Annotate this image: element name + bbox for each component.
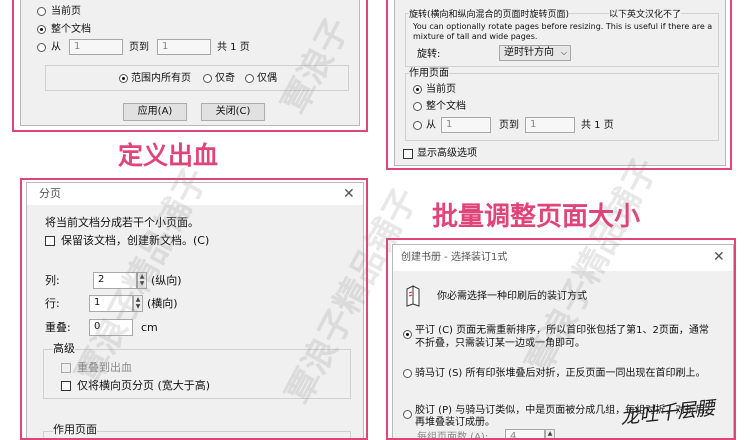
pages-per-group-input[interactable]: 4 — [505, 429, 545, 438]
panel-resize-frame: 旋转(横向和纵向混合的页面时旋转页面) 以下英文汉化不了 You can opt… — [386, 0, 732, 170]
overlap-label: 重叠: — [45, 321, 71, 334]
radio-odd-only[interactable] — [203, 74, 212, 83]
booklet-icon — [406, 285, 420, 307]
close-icon[interactable]: ✕ — [343, 187, 355, 201]
overlap-bleed-label: 重叠到出血 — [77, 361, 132, 374]
radio-current-page[interactable] — [413, 85, 422, 94]
keep-document-label: 保留该文档，创建新文档。(C) — [61, 234, 210, 247]
radio-all-in-range-label: 范围内所有页 — [131, 73, 191, 84]
radio-odd-only-label: 仅奇 — [215, 73, 235, 84]
pages-heading: 作用页面 — [53, 423, 97, 436]
overlap-bleed-checkbox[interactable] — [61, 363, 71, 373]
radio-whole-document-label: 整个文档 — [426, 101, 466, 112]
close-button[interactable]: 关闭(C) — [201, 103, 265, 121]
overlap-unit: cm — [141, 321, 158, 334]
chevron-down-icon: ⌵ — [560, 48, 567, 57]
columns-input[interactable]: 2 — [93, 272, 137, 289]
total-pages-label: 共 1 页 — [581, 120, 614, 131]
radio-even-only[interactable] — [245, 74, 254, 83]
caption-batch-resize: 批量调整页面大小 — [432, 202, 641, 232]
split-dialog: 分页 ✕ 将当前文档分成若干个小页面。 保留该文档，创建新文档。(C) 列: 2… — [26, 182, 364, 438]
page-to-label: 页到 — [129, 42, 149, 53]
columns-stepper[interactable]: ▲ ▼ — [137, 272, 147, 289]
ok-button[interactable]: 确定 — [489, 165, 553, 166]
apply-button[interactable]: 应用(A) — [123, 103, 187, 121]
show-advanced-label: 显示高级选项 — [417, 148, 477, 159]
from-page-input[interactable]: 1 — [441, 117, 491, 133]
radio-glue-binding[interactable] — [403, 410, 412, 419]
translation-note: 以下英文汉化不了 — [609, 9, 682, 21]
total-pages-label: 共 1 页 — [217, 42, 250, 53]
subset-group — [45, 65, 349, 91]
radio-current-page[interactable] — [37, 7, 46, 16]
rows-stepper[interactable]: ▲ ▼ — [133, 295, 143, 312]
rotate-select[interactable]: 逆时针方向 ⌵ — [499, 45, 571, 61]
rows-label: 行: — [45, 297, 60, 310]
cancel-button[interactable]: 取消 — [563, 165, 627, 166]
keep-document-checkbox[interactable] — [45, 236, 55, 246]
rotate-select-value: 逆时针方向 — [504, 47, 554, 58]
radio-saddle-stitch[interactable] — [403, 369, 412, 378]
rotate-heading: 旋转(横向和纵向混合的页面时旋转页面) — [409, 9, 570, 21]
radio-current-page-label: 当前页 — [51, 6, 81, 17]
saddle-stitch-label: 骑马订 (S) 所有印张堆叠后对折，正反页面一同出现在首印刷上。 — [415, 368, 706, 379]
from-page-input[interactable]: 1 — [69, 39, 123, 55]
radio-page-range-label: 从 — [51, 42, 61, 53]
dialog-title: 创建书册 - 选择装订1式 — [401, 252, 508, 263]
radio-current-page-label: 当前页 — [426, 84, 456, 95]
landscape-only-label: 仅将横向页分页 (宽大于高) — [77, 379, 211, 392]
radio-whole-document-label: 整个文档 — [51, 24, 91, 35]
landscape-only-checkbox[interactable] — [61, 381, 71, 391]
glue-binding-line2: 再堆叠装订成册。 — [415, 417, 495, 428]
radio-page-range[interactable] — [37, 43, 46, 52]
panel-split-frame: 分页 ✕ 将当前文档分成若干个小页面。 保留该文档，创建新文档。(C) 列: 2… — [20, 178, 368, 440]
radio-perfect-binding[interactable] — [403, 330, 412, 339]
perfect-binding-line2: 不折叠，只需装订某一边或一角即可。 — [415, 338, 585, 349]
rows-unit: (横向) — [147, 297, 178, 310]
radio-all-in-range[interactable] — [119, 74, 128, 83]
columns-label: 列: — [45, 274, 60, 287]
bleed-dialog: 当前页 整个文档 从 1 页到 1 共 1 页 范围内所有页 仅奇 仅偶 应用(… — [20, 0, 360, 126]
pages-per-group-stepper[interactable]: ▲▼ — [545, 429, 555, 438]
split-description: 将当前文档分成若干个小页面。 — [45, 216, 199, 229]
columns-unit: (纵向) — [151, 274, 182, 287]
binding-prompt: 你必需选择一种印刷后的装订方式 — [437, 291, 587, 302]
to-page-input[interactable]: 1 — [157, 39, 211, 55]
advanced-heading: 高级 — [53, 342, 75, 355]
pages-heading: 作用页面 — [409, 68, 449, 80]
rotate-description-2: mixture of tall and wide pages. — [413, 32, 538, 41]
close-icon[interactable]: ✕ — [713, 250, 725, 264]
to-page-input[interactable]: 1 — [525, 117, 575, 133]
radio-whole-document[interactable] — [37, 25, 46, 34]
perfect-binding-line1: 平订 (C) 页面无需重新排序，所以首印张包括了第1、2页面，通常 — [415, 325, 709, 336]
page-to-label: 页到 — [499, 120, 519, 131]
show-advanced-checkbox[interactable] — [403, 149, 413, 159]
rotate-label: 旋转: — [417, 49, 441, 60]
radio-whole-document[interactable] — [413, 102, 422, 111]
radio-page-range-label: 从 — [426, 120, 436, 131]
dialog-title: 分页 — [39, 187, 61, 200]
rows-input[interactable]: 1 — [89, 295, 133, 312]
pages-per-group-label: 每组页面数 (A): — [417, 432, 489, 440]
caption-define-bleed: 定义出血 — [118, 141, 219, 170]
overlap-input[interactable]: 0 — [89, 319, 133, 336]
resize-dialog: 旋转(横向和纵向混合的页面时旋转页面) 以下英文汉化不了 You can opt… — [394, 0, 726, 166]
radio-page-range[interactable] — [413, 121, 422, 130]
panel-define-bleed-frame: 当前页 整个文档 从 1 页到 1 共 1 页 范围内所有页 仅奇 仅偶 应用(… — [12, 0, 368, 132]
radio-even-only-label: 仅偶 — [257, 73, 277, 84]
